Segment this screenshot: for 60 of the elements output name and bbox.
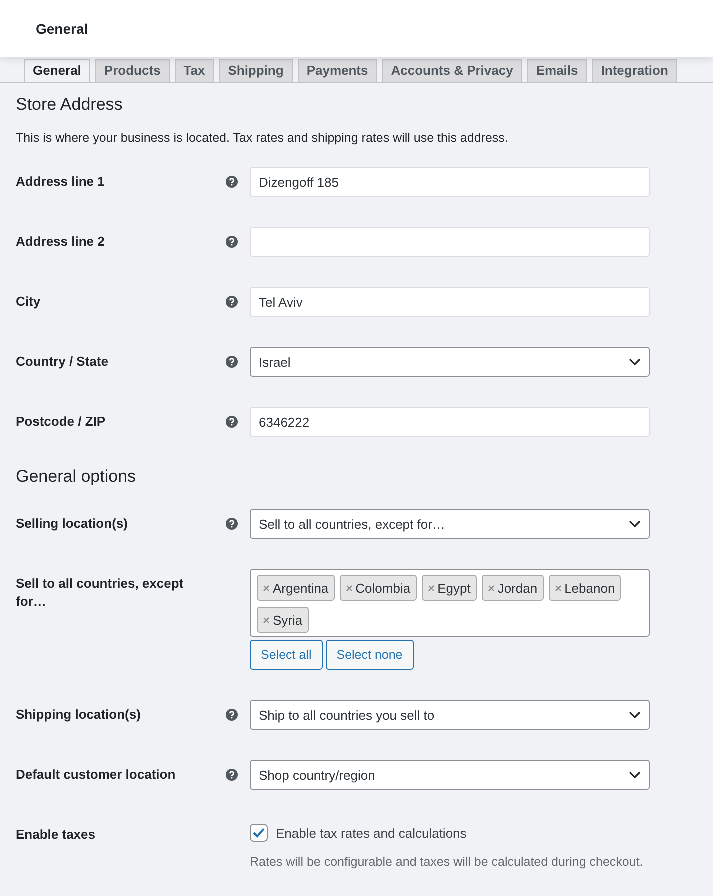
checkbox[interactable]: [250, 824, 268, 842]
help-icon[interactable]: [226, 769, 238, 781]
remove-icon[interactable]: [263, 616, 270, 624]
field-label: Postcode / ZIP: [16, 413, 107, 431]
help-icon[interactable]: [226, 356, 238, 368]
select-dropdown[interactable]: Israel: [250, 347, 650, 377]
help-icon[interactable]: [226, 518, 238, 530]
help-icon[interactable]: [226, 236, 238, 248]
chevron-down-icon: [629, 520, 641, 528]
checkbox-label[interactable]: Enable tax rates and calculations: [276, 826, 467, 840]
help-icon[interactable]: [226, 296, 238, 308]
field-label: City: [16, 293, 42, 311]
section-heading: Store Address: [16, 95, 124, 115]
remove-icon[interactable]: [488, 584, 495, 592]
tab[interactable]: Shipping: [219, 59, 293, 82]
help-icon[interactable]: [226, 176, 238, 188]
field-label: Address line 1: [16, 173, 106, 191]
field-label: Enable taxes: [16, 826, 96, 844]
chevron-down-icon: [629, 771, 641, 779]
text-field[interactable]: Dizengoff 185: [250, 167, 650, 197]
select-dropdown[interactable]: Sell to all countries, except for…: [250, 509, 650, 539]
page-title: General: [36, 20, 88, 36]
tab[interactable]: Integration: [592, 59, 678, 82]
tab[interactable]: Products: [95, 59, 170, 82]
country-tag[interactable]: Syria: [257, 607, 309, 633]
section-description: This is where your business is located. Tax rates and shipping rates will use this address.: [16, 131, 510, 145]
field-label: Default customer location: [16, 766, 177, 784]
field-label: Sell to all countries, except for…: [16, 575, 185, 611]
country-tag[interactable]: Colombia: [340, 575, 417, 601]
field-label: Shipping location(s): [16, 706, 142, 724]
remove-icon[interactable]: [554, 584, 562, 592]
text-field[interactable]: [250, 227, 650, 257]
field-label: Country / State: [16, 353, 110, 371]
select-dropdown[interactable]: Shop country/region: [250, 760, 650, 790]
select-dropdown[interactable]: Ship to all countries you sell to: [250, 700, 650, 730]
country-tag[interactable]: Jordan: [482, 575, 544, 601]
tab[interactable]: General: [24, 59, 90, 82]
chevron-down-icon: [629, 711, 641, 719]
country-tag[interactable]: Egypt: [422, 575, 477, 601]
field-description: Rates will be configurable and taxes will be calculated during checkout.: [250, 854, 644, 870]
remove-icon[interactable]: [428, 584, 435, 592]
country-tag[interactable]: Lebanon: [548, 575, 622, 601]
select-button[interactable]: Select all: [250, 640, 323, 670]
section-heading: General options: [16, 467, 138, 487]
country-tag[interactable]: Argentina: [257, 575, 335, 601]
select-button[interactable]: Select none: [326, 640, 414, 670]
tab[interactable]: Payments: [298, 59, 378, 82]
help-icon[interactable]: [226, 416, 238, 428]
tab[interactable]: Tax: [174, 59, 214, 82]
field-label: Address line 2: [16, 233, 106, 251]
tab[interactable]: Accounts & Privacy: [382, 59, 522, 82]
text-field[interactable]: Tel Aviv: [250, 287, 650, 317]
remove-icon[interactable]: [263, 584, 270, 592]
remove-icon[interactable]: [346, 584, 353, 592]
field-label: Selling location(s): [16, 515, 129, 533]
tab[interactable]: Emails: [527, 59, 588, 82]
chevron-down-icon: [629, 358, 641, 366]
help-icon[interactable]: [226, 709, 238, 721]
text-field[interactable]: 6346222: [250, 407, 650, 437]
multi-select-field[interactable]: Argentina Colombia Egypt Jordan Lebanon Syria: [250, 569, 650, 637]
